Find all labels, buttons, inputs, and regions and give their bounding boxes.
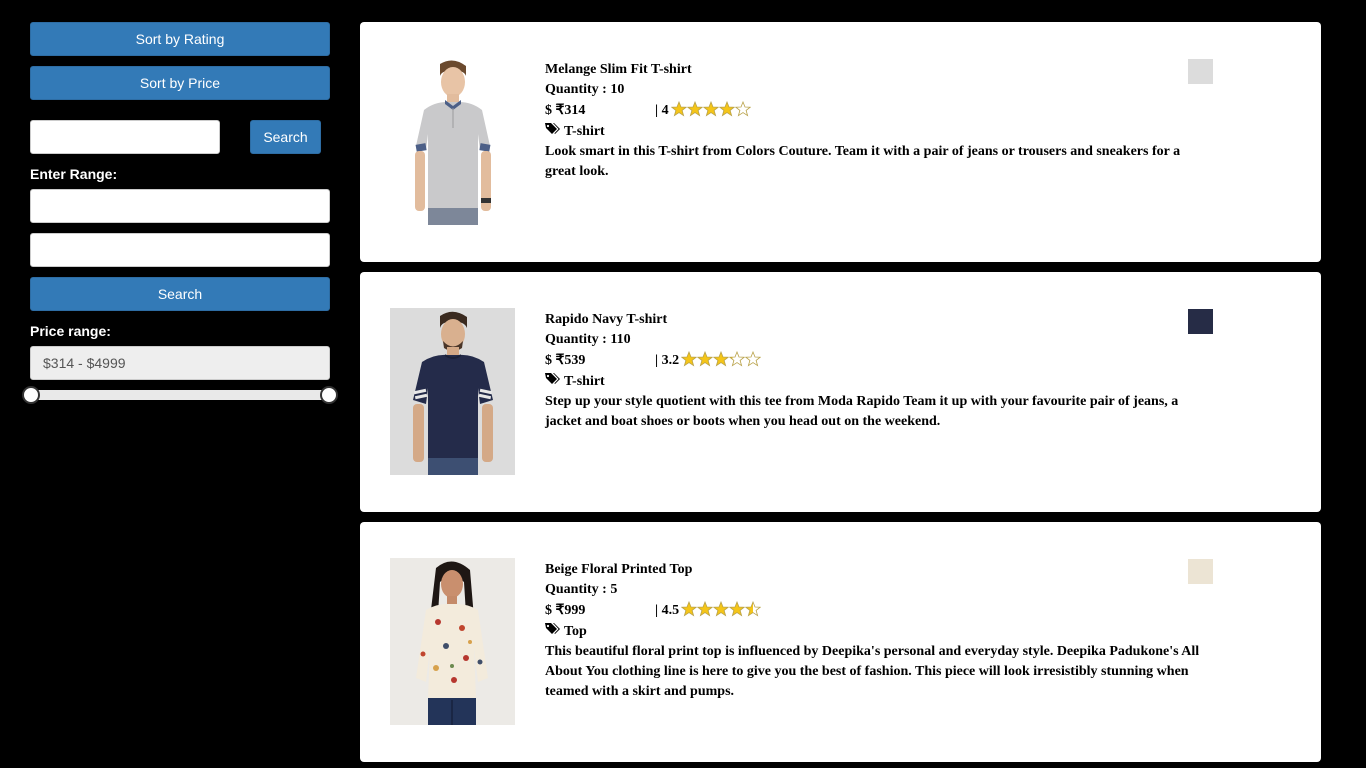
star-icon: [712, 350, 730, 367]
product-card: Rapido Navy T-shirt Quantity : 110 $ ₹53…: [360, 272, 1321, 512]
price-range-label: Price range:: [30, 323, 111, 339]
product-description: This beautiful floral print top is influ…: [545, 644, 1200, 699]
product-quantity: Quantity : 10: [545, 82, 625, 97]
search-input[interactable]: [30, 120, 220, 154]
product-card: Beige Floral Printed Top Quantity : 5 $ …: [360, 522, 1321, 762]
star-rating: [680, 350, 762, 374]
range-search-button[interactable]: Search: [30, 277, 330, 311]
color-swatch: [1188, 309, 1213, 334]
sort-by-rating-button[interactable]: Sort by Rating: [30, 22, 330, 56]
slider-max-handle[interactable]: [320, 386, 338, 404]
slider-min-handle[interactable]: [22, 386, 40, 404]
product-image: [390, 308, 515, 475]
product-price: $ ₹539: [545, 353, 586, 368]
enter-range-label: Enter Range:: [30, 166, 118, 182]
star-rating: [680, 600, 762, 624]
product-quantity: Quantity : 5: [545, 582, 618, 597]
sort-by-price-button[interactable]: Sort by Price: [30, 66, 330, 100]
star-icon: [686, 100, 703, 117]
product-info: Beige Floral Printed Top Quantity : 5 $ …: [545, 560, 1205, 702]
product-rating: | 4.5: [655, 600, 762, 624]
product-image: [390, 558, 515, 725]
price-range-slider[interactable]: [22, 386, 338, 404]
star-icon: [718, 100, 735, 117]
star-icon: [680, 350, 698, 367]
star-icon: [744, 350, 762, 367]
product-description: Look smart in this T-shirt from Colors C…: [545, 144, 1181, 179]
product-quantity: Quantity : 110: [545, 332, 631, 347]
star-icon: [734, 100, 751, 117]
star-icon: [728, 600, 746, 617]
product-rating: | 3.2: [655, 350, 762, 374]
color-swatch: [1188, 59, 1213, 84]
star-icon: [702, 100, 719, 117]
star-icon: [728, 350, 746, 367]
product-info: Rapido Navy T-shirt Quantity : 110 $ ₹53…: [545, 310, 1205, 432]
color-swatch: [1188, 559, 1213, 584]
star-icon: [744, 600, 762, 617]
tags-icon: [545, 123, 561, 137]
product-category: T-shirt: [564, 124, 605, 139]
product-name[interactable]: Rapido Navy T-shirt: [545, 310, 1205, 330]
range-max-input[interactable]: [30, 233, 330, 267]
tags-icon: [545, 373, 561, 387]
star-icon: [712, 600, 730, 617]
product-rating: | 4: [655, 100, 751, 124]
product-info: Melange Slim Fit T-shirt Quantity : 10 $…: [545, 60, 1205, 182]
product-description: Step up your style quotient with this te…: [545, 394, 1179, 429]
product-image: [390, 58, 515, 225]
product-price: $ ₹999: [545, 603, 586, 618]
price-range-display: $314 - $4999: [30, 346, 330, 380]
product-price: $ ₹314: [545, 103, 586, 118]
star-icon: [670, 100, 687, 117]
star-icon: [680, 600, 698, 617]
star-icon: [696, 350, 714, 367]
star-rating: [670, 100, 751, 124]
range-min-input[interactable]: [30, 189, 330, 223]
product-category: T-shirt: [564, 374, 605, 389]
product-category: Top: [564, 624, 587, 639]
tags-icon: [545, 623, 561, 637]
search-button[interactable]: Search: [250, 120, 321, 154]
product-card: Melange Slim Fit T-shirt Quantity : 10 $…: [360, 22, 1321, 262]
star-icon: [696, 600, 714, 617]
product-name[interactable]: Melange Slim Fit T-shirt: [545, 60, 1205, 80]
product-name[interactable]: Beige Floral Printed Top: [545, 560, 1205, 580]
